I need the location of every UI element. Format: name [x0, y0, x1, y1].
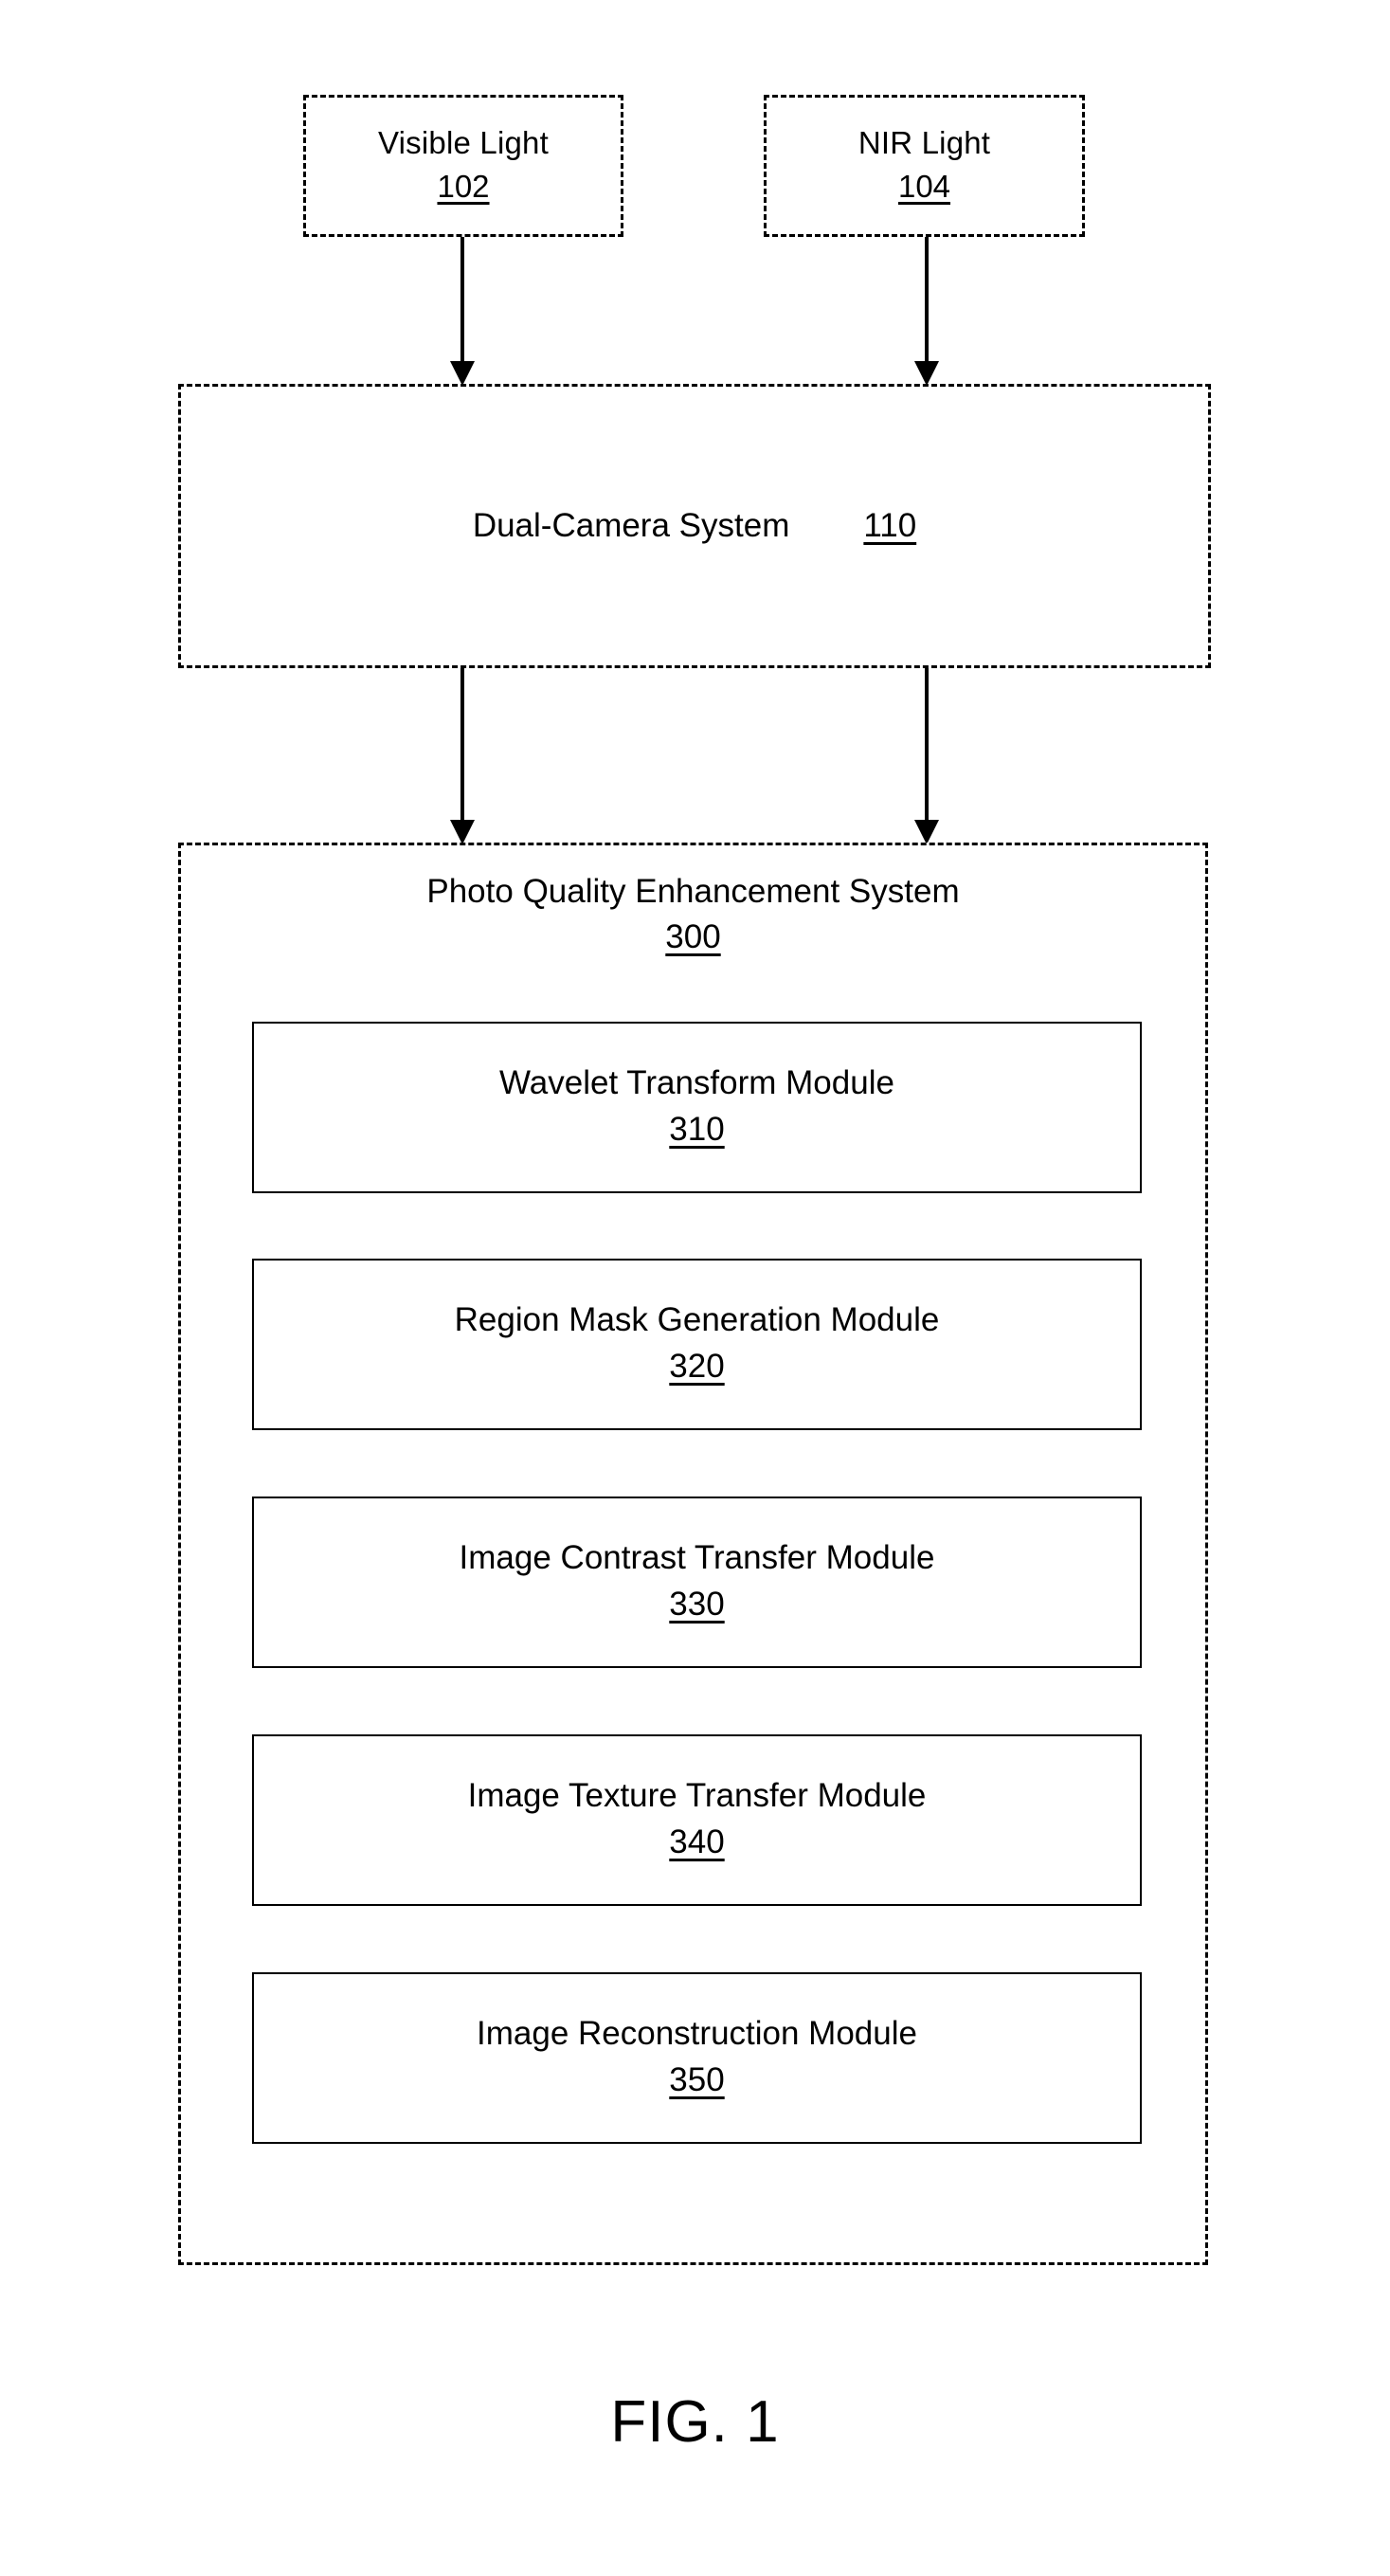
module-reference-image-contrast-transfer: 330 — [669, 1585, 725, 1623]
dual-camera-system-box: Dual-Camera System 110 — [178, 384, 1211, 668]
nir-light-reference: 104 — [897, 168, 951, 204]
arrow-visible-light-to-dual-camera — [443, 237, 481, 386]
module-box-image-contrast-transfer: Image Contrast Transfer Module 330 — [252, 1497, 1142, 1668]
module-reference-image-reconstruction: 350 — [669, 2060, 725, 2098]
module-box-region-mask-generation: Region Mask Generation Module 320 — [252, 1259, 1142, 1430]
module-title-image-texture-transfer: Image Texture Transfer Module — [467, 1776, 927, 1814]
module-title-image-reconstruction: Image Reconstruction Module — [477, 2014, 917, 2052]
visible-light-box: Visible Light 102 — [303, 95, 623, 237]
module-box-wavelet-transform: Wavelet Transform Module 310 — [252, 1022, 1142, 1193]
figure-caption: FIG. 1 — [610, 2389, 780, 2455]
photo-quality-system-reference: 300 — [665, 918, 721, 955]
arrow-dual-camera-to-photo-quality-left — [443, 668, 481, 844]
dual-camera-system-title: Dual-Camera System — [472, 507, 790, 544]
arrow-dual-camera-to-photo-quality-right — [908, 668, 946, 844]
module-box-image-reconstruction: Image Reconstruction Module 350 — [252, 1972, 1142, 2144]
dual-camera-system-reference: 110 — [863, 507, 917, 544]
dual-camera-system-label-group: Dual-Camera System 110 — [181, 507, 1208, 545]
patent-figure-page: Visible Light 102 NIR Light 104 Dual-Cam… — [0, 0, 1390, 2576]
photo-quality-enhancement-system-box: Photo Quality Enhancement System 300 Wav… — [178, 843, 1208, 2265]
visible-light-title: Visible Light — [378, 125, 549, 161]
module-title-region-mask-generation: Region Mask Generation Module — [454, 1300, 940, 1338]
module-box-image-texture-transfer: Image Texture Transfer Module 340 — [252, 1734, 1142, 1906]
photo-quality-system-title: Photo Quality Enhancement System — [426, 873, 960, 910]
nir-light-box: NIR Light 104 — [764, 95, 1085, 237]
photo-quality-system-header: Photo Quality Enhancement System 300 — [181, 872, 1205, 959]
arrow-nir-light-to-dual-camera — [908, 237, 946, 386]
module-reference-wavelet-transform: 310 — [669, 1110, 725, 1148]
module-title-wavelet-transform: Wavelet Transform Module — [499, 1063, 894, 1101]
visible-light-reference: 102 — [437, 168, 490, 204]
module-reference-image-texture-transfer: 340 — [669, 1823, 725, 1860]
module-reference-region-mask-generation: 320 — [669, 1347, 725, 1385]
nir-light-title: NIR Light — [857, 125, 991, 161]
module-title-image-contrast-transfer: Image Contrast Transfer Module — [459, 1538, 935, 1576]
